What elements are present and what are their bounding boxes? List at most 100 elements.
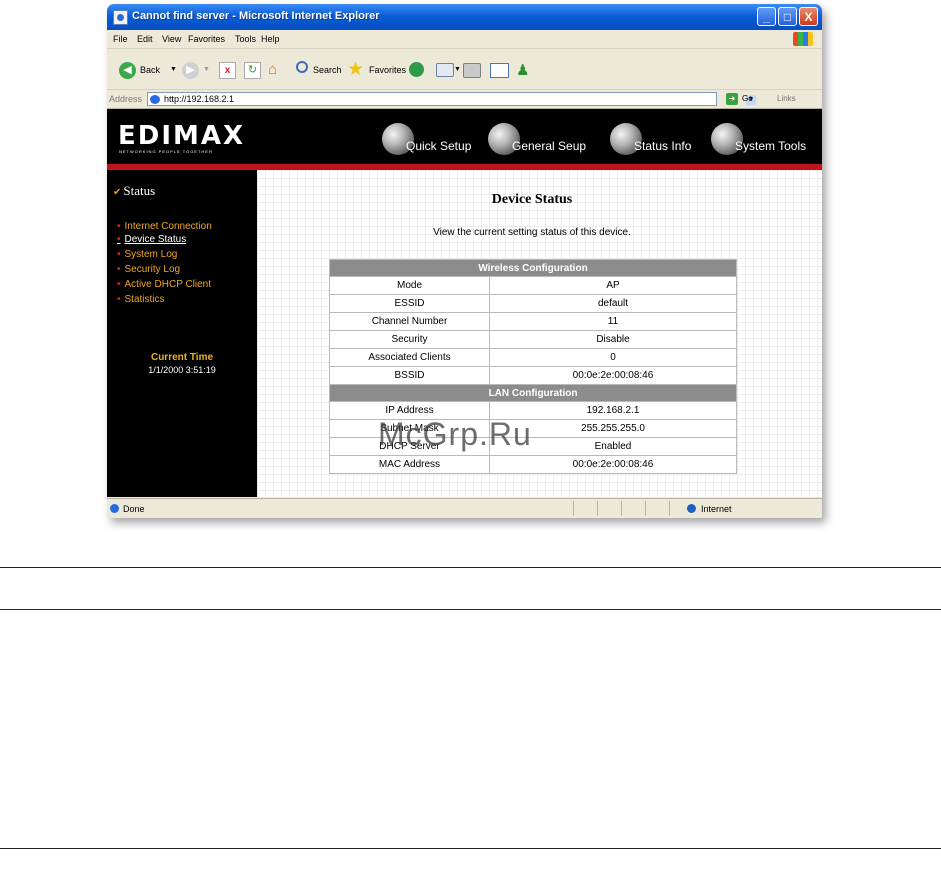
lan-section-header: LAN Configuration	[329, 384, 737, 402]
row-value: 11	[489, 312, 737, 331]
close-button[interactable]: X	[799, 7, 818, 26]
sidebar-item-statistics[interactable]: • Statistics	[117, 294, 165, 305]
address-label: Address	[109, 94, 143, 104]
sidebar-item-system-log[interactable]: • System Log	[117, 249, 177, 260]
status-divider	[597, 501, 598, 516]
horizontal-rule	[0, 609, 941, 610]
favorites-star-icon[interactable]: ★	[347, 58, 364, 81]
maximize-button[interactable]: □	[778, 7, 797, 26]
table-row: ESSID default	[329, 294, 737, 313]
page-description: View the current setting status of this …	[433, 227, 631, 238]
row-label: Security	[329, 330, 490, 349]
sidebar-title-label: Status	[123, 183, 156, 198]
nav-status-info[interactable]: Status Info	[610, 123, 700, 155]
table-row: Channel Number 11	[329, 312, 737, 331]
table-row: MAC Address 00:0e:2e:00:08:46	[329, 455, 737, 474]
horizontal-rule	[0, 848, 941, 849]
sidebar-item-label: System Log	[124, 249, 178, 260]
menu-edit[interactable]: Edit	[137, 34, 153, 44]
status-divider	[621, 501, 622, 516]
nav-system-tools[interactable]: System Tools	[711, 123, 821, 155]
sidebar-item-internet-connection[interactable]: • Internet Connection	[117, 221, 212, 232]
menu-favorites[interactable]: Favorites	[188, 34, 225, 44]
back-arrow-icon[interactable]: ◀	[119, 62, 136, 79]
wireless-section-header: Wireless Configuration	[329, 259, 737, 277]
history-icon[interactable]	[409, 62, 424, 77]
sidebar-item-label: Security Log	[124, 264, 181, 275]
back-button[interactable]: Back	[140, 65, 160, 75]
home-icon[interactable]: ⌂	[268, 62, 284, 78]
status-bar: Done Internet	[107, 498, 822, 518]
security-zone: Internet	[701, 504, 732, 514]
refresh-icon[interactable]: ↻	[244, 62, 261, 79]
favorites-button[interactable]: Favorites	[369, 65, 406, 75]
table-row: Associated Clients 0	[329, 348, 737, 367]
menu-tools[interactable]: Tools	[235, 34, 256, 44]
status-divider	[645, 501, 646, 516]
row-value: Disable	[489, 330, 737, 349]
address-bar: Address http://192.168.2.1 ▼ ➜ Go Links	[107, 91, 822, 109]
sidebar-item-device-status[interactable]: • Device Status	[117, 234, 186, 245]
menu-help[interactable]: Help	[261, 34, 280, 44]
row-label: ESSID	[329, 294, 490, 313]
internet-zone-icon	[687, 504, 696, 513]
minimize-button[interactable]: _	[757, 7, 776, 26]
page-done-icon	[110, 504, 119, 513]
ie-icon	[113, 10, 128, 25]
search-button[interactable]: Search	[313, 65, 342, 75]
status-divider	[573, 501, 574, 516]
mail-dropdown-icon[interactable]: ▼	[454, 66, 461, 73]
forward-arrow-icon[interactable]: ▶	[182, 62, 199, 79]
sidebar-item-label: Device Status	[124, 234, 187, 245]
nav-system-tools-label: System Tools	[735, 139, 807, 153]
go-arrow-icon[interactable]: ➜	[726, 93, 738, 105]
menu-file[interactable]: File	[113, 34, 128, 44]
row-value: default	[489, 294, 737, 313]
bullet-icon: •	[117, 264, 121, 275]
go-button[interactable]: Go	[742, 94, 753, 103]
edimax-logo: EDIMAX	[118, 121, 246, 151]
windows-logo-icon	[793, 32, 813, 46]
checkmark-icon: ✔	[113, 187, 122, 198]
sidebar: ✔ Status • Internet Connection • Device Sta…	[107, 170, 257, 497]
row-value: 00:0e:2e:00:08:46	[489, 455, 737, 474]
links-button[interactable]: Links	[777, 94, 796, 103]
stop-icon[interactable]: x	[219, 62, 236, 79]
sidebar-item-active-dhcp-client[interactable]: • Active DHCP Client	[117, 279, 211, 290]
bullet-icon: •	[117, 249, 121, 260]
current-time-value: 1/1/2000 3:51:19	[148, 365, 216, 375]
nav-status-info-label: Status Info	[634, 139, 692, 153]
menu-bar: File Edit View Favorites Tools Help	[107, 30, 822, 49]
nav-quick-setup[interactable]: Quick Setup	[382, 123, 487, 155]
row-value: 0	[489, 348, 737, 367]
table-row: Mode AP	[329, 276, 737, 295]
row-label: Channel Number	[329, 312, 490, 331]
sidebar-item-label: Internet Connection	[124, 221, 212, 232]
sidebar-item-security-log[interactable]: • Security Log	[117, 264, 180, 275]
nav-general-setup[interactable]: General Seup	[488, 123, 598, 155]
page-title: Device Status	[491, 192, 573, 207]
bullet-icon: •	[117, 294, 121, 305]
sidebar-item-label: Active DHCP Client	[124, 279, 212, 290]
row-label: Mode	[329, 276, 490, 295]
mail-icon[interactable]	[436, 63, 454, 77]
edit-icon[interactable]	[490, 63, 509, 78]
messenger-icon[interactable]: ♟	[516, 61, 529, 79]
watermark: McGrp.Ru	[378, 416, 532, 452]
logo-tagline: NETWORKING PEOPLE TOGETHER	[119, 149, 213, 154]
address-url[interactable]: http://192.168.2.1	[164, 94, 234, 104]
table-row: BSSID 00:0e:2e:00:08:46	[329, 366, 737, 385]
forward-dropdown-icon[interactable]: ▼	[203, 66, 210, 73]
sidebar-item-label: Statistics	[124, 294, 165, 305]
nav-general-setup-label: General Seup	[512, 139, 587, 153]
sidebar-title: ✔ Status	[113, 183, 155, 199]
main-panel: Device Status View the current setting s…	[257, 170, 822, 497]
address-input[interactable]: http://192.168.2.1 ▼	[147, 92, 756, 106]
search-icon[interactable]	[296, 61, 308, 73]
window-title: Cannot find server - Microsoft Internet …	[132, 10, 380, 22]
table-row: Security Disable	[329, 330, 737, 349]
toolbar: ◀ Back ▼ ▶ ▼ x ↻ ⌂ Search ★ Favorites ▼ …	[107, 49, 822, 90]
print-icon[interactable]	[463, 63, 481, 78]
back-dropdown-icon[interactable]: ▼	[170, 66, 177, 73]
menu-view[interactable]: View	[162, 34, 181, 44]
